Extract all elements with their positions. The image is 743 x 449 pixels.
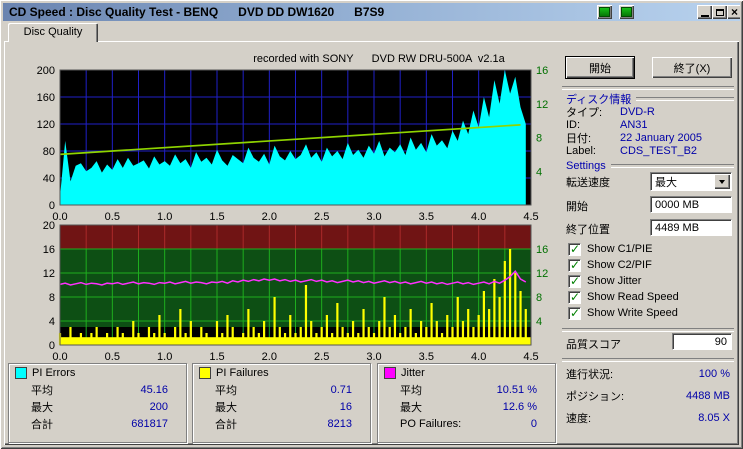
pi-failures-stats-box: PI Failures 平均 0.71 最大 16 合計 8213	[192, 363, 371, 443]
stat-row: 最大 200	[31, 400, 168, 414]
svg-text:1.5: 1.5	[209, 351, 224, 363]
svg-text:20: 20	[43, 220, 55, 232]
svg-text:4: 4	[536, 316, 542, 328]
pi-errors-chart: 040801201602004812160.0 0.5 1.0 1.5 2.0 2.5 3.…	[37, 65, 549, 222]
minimize-icon	[700, 14, 709, 17]
svg-text:2.0: 2.0	[262, 351, 277, 363]
stat-row: 平均 45.16	[31, 383, 168, 397]
checkbox-show-read-speed[interactable]	[568, 290, 581, 304]
quality-score-field: 90	[672, 333, 732, 350]
svg-text:4.0: 4.0	[471, 351, 486, 363]
disc-date-row: 日付: 22 January 2005	[566, 131, 702, 145]
svg-text:4: 4	[536, 166, 542, 178]
checkbox-show-c1-pie[interactable]	[568, 242, 581, 256]
window-title: CD Speed : Disc Quality Test - BENQ DVD …	[9, 5, 385, 19]
stat-box-title: Jitter	[401, 367, 425, 379]
svg-text:0.5: 0.5	[105, 351, 120, 363]
svg-text:80: 80	[43, 146, 55, 158]
svg-text:120: 120	[37, 119, 55, 131]
green-app-button-2[interactable]	[619, 5, 634, 19]
svg-text:12: 12	[43, 268, 55, 280]
svg-text:8: 8	[49, 292, 55, 304]
divider	[562, 328, 734, 332]
svg-text:8: 8	[536, 133, 542, 145]
cd-speed-window: CD Speed : Disc Quality Test - BENQ DVD …	[0, 0, 743, 449]
svg-text:2.5: 2.5	[314, 351, 329, 363]
speed-row: 速度: 8.05 X	[566, 412, 730, 425]
tab-disc-quality[interactable]: Disc Quality	[8, 23, 98, 42]
svg-text:200: 200	[37, 65, 55, 77]
checkbox-show-write-speed[interactable]	[568, 306, 581, 320]
quality-score-label: 品質スコア	[566, 339, 621, 351]
disc-type-row: タイプ: DVD-R	[566, 105, 655, 119]
jitter-stats-box: Jitter 平均 10.51 % 最大 12.6 % PO Failures:…	[377, 363, 556, 443]
stat-row: 平均 10.51 %	[400, 383, 537, 397]
stat-box-title-row: PI Failures	[193, 364, 370, 381]
tab-page: recorded with SONY DVD RW DRU-500A v2.1a…	[4, 41, 739, 445]
close-button[interactable]: ×	[727, 5, 740, 19]
jitter-swatch	[384, 367, 396, 379]
svg-text:0.0: 0.0	[52, 351, 67, 363]
stat-row: PO Failures: 0	[400, 417, 537, 430]
checkbox-show-c2-pif[interactable]	[568, 258, 581, 272]
start-position-field[interactable]: 0000 MB	[650, 196, 732, 213]
transfer-speed-select[interactable]: 最大	[650, 172, 732, 191]
stat-row: 最大 16	[215, 400, 352, 414]
pi-failures-swatch	[199, 367, 211, 379]
svg-text:1.0: 1.0	[157, 351, 172, 363]
maximize-icon	[715, 8, 724, 16]
show-jitter-row: Show Jitter	[568, 274, 734, 288]
position-row: ポジション: 4488 MB	[566, 390, 730, 403]
svg-text:3.5: 3.5	[419, 351, 434, 363]
svg-text:12: 12	[536, 99, 548, 111]
svg-text:3.0: 3.0	[366, 351, 381, 363]
checkbox-show-jitter[interactable]	[568, 274, 581, 288]
tab-label: Disc Quality	[23, 26, 83, 38]
chevron-down-icon	[719, 179, 725, 184]
stat-row: 最大 12.6 %	[400, 400, 537, 414]
stat-row: 平均 0.71	[215, 383, 352, 397]
stat-box-title-row: Jitter	[378, 364, 555, 381]
settings-header: Settings	[566, 160, 734, 172]
stat-row: 合計 681817	[31, 417, 168, 431]
svg-text:160: 160	[37, 92, 55, 104]
stat-box-title: PI Errors	[32, 367, 76, 379]
close-icon: ×	[730, 5, 738, 19]
header-rule	[610, 164, 734, 168]
show-c1-pie-row: Show C1/PIE	[568, 242, 734, 256]
titlebar[interactable]: CD Speed : Disc Quality Test - BENQ DVD …	[3, 3, 740, 21]
exit-button[interactable]: 終了(X)	[652, 57, 732, 78]
divider	[562, 358, 734, 362]
pi-failures-chart: 0481216204812160.0 0.5 1.0 1.5 2.0 2.5 3.0 3.5 4…	[43, 220, 549, 363]
disc-label-row: Label: CDS_TEST_B2	[566, 144, 698, 157]
show-write-speed-row: Show Write Speed	[568, 306, 734, 320]
green-chart-icon	[621, 7, 632, 17]
maximize-button[interactable]	[712, 5, 727, 19]
stat-box-title-row: PI Errors	[9, 364, 186, 381]
green-chart-icon	[599, 7, 610, 17]
svg-text:40: 40	[43, 173, 55, 185]
svg-text:12: 12	[536, 268, 548, 280]
svg-text:4: 4	[49, 316, 55, 328]
show-read-speed-row: Show Read Speed	[568, 290, 734, 304]
combo-dropdown-button[interactable]	[714, 174, 730, 189]
svg-text:16: 16	[536, 244, 548, 256]
pi-errors-swatch	[15, 367, 27, 379]
svg-text:8: 8	[536, 292, 542, 304]
progress-row: 進行状況: 100 %	[566, 368, 730, 381]
svg-text:16: 16	[43, 244, 55, 256]
start-button[interactable]: 開始	[565, 56, 635, 79]
end-position-field[interactable]: 4489 MB	[650, 219, 732, 236]
stat-row: 合計 8213	[215, 417, 352, 431]
minimize-button[interactable]	[697, 5, 712, 19]
header-rule	[636, 97, 734, 101]
right-panel: 開始 終了(X) ディスク情報 タイプ: DVD-R ID: AN31 日付: …	[558, 41, 738, 445]
divider	[562, 86, 734, 90]
stat-box-title: PI Failures	[216, 367, 269, 379]
svg-text:16: 16	[536, 65, 548, 77]
show-c2-pif-row: Show C2/PIF	[568, 258, 734, 272]
pi-errors-stats-box: PI Errors 平均 45.16 最大 200 合計 681817	[8, 363, 187, 443]
svg-text:4.5: 4.5	[523, 351, 538, 363]
green-app-button-1[interactable]	[597, 5, 612, 19]
